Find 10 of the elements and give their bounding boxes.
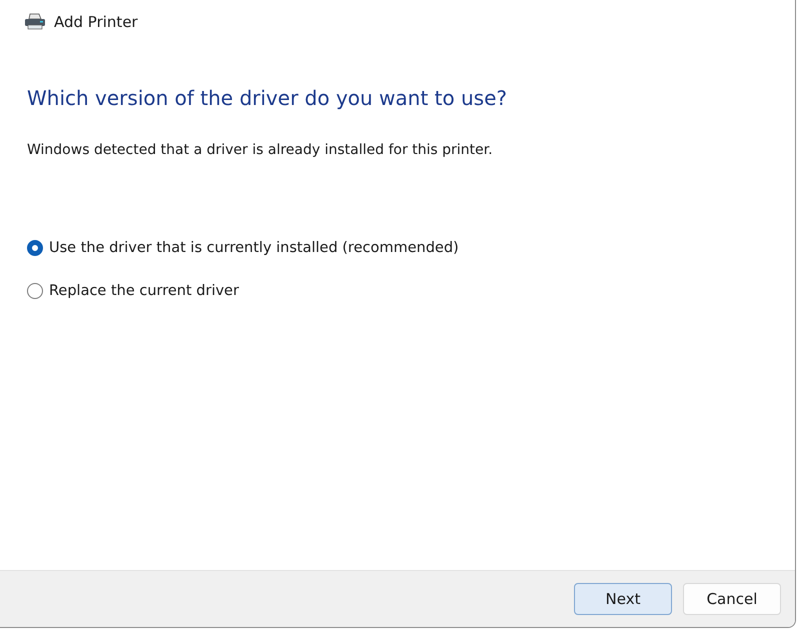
radio-option[interactable]: Use the driver that is currently installed (recommended) (27, 240, 459, 256)
printer-icon (24, 13, 46, 31)
next-button[interactable]: Next (574, 583, 672, 615)
window-title: Add Printer (54, 13, 138, 31)
cancel-button[interactable]: Cancel (683, 583, 781, 615)
radio-option[interactable]: Replace the current driver (27, 283, 239, 299)
radio-button[interactable] (27, 240, 43, 256)
radio-button[interactable] (27, 283, 43, 299)
dialog-heading: Which version of the driver do you want to use? (27, 86, 508, 110)
dialog-message: Windows detected that a driver is already installed for this printer. (27, 142, 494, 158)
